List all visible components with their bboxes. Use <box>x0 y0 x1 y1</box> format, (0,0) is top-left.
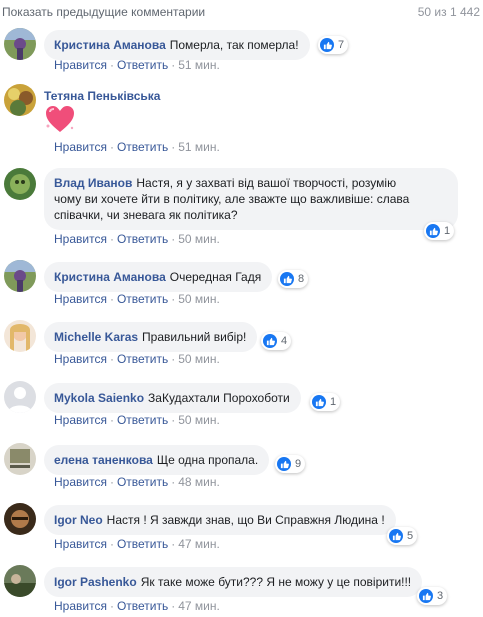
thumbs-up-icon <box>426 224 440 238</box>
comment-actions: Нравится · Ответить · 47 мин. <box>54 599 220 613</box>
reaction-count[interactable]: 1 <box>424 222 455 240</box>
reaction-count[interactable]: 3 <box>417 587 448 605</box>
like-button[interactable]: Нравится <box>54 58 107 72</box>
comment-actions: Нравится · Ответить · 50 мин. <box>54 292 220 306</box>
reaction-count[interactable]: 5 <box>387 527 418 545</box>
avatar[interactable] <box>4 503 36 535</box>
comment-actions: Нравится · Ответить · 50 мин. <box>54 232 220 246</box>
show-previous-comments-link[interactable]: Показать предыдущие комментарии <box>2 5 205 19</box>
heart-sticker <box>44 104 76 134</box>
reply-button[interactable]: Ответить <box>117 537 168 551</box>
reply-button[interactable]: Ответить <box>117 58 168 72</box>
comment-author[interactable]: Тетяна Пеньківська <box>44 89 160 103</box>
like-button[interactable]: Нравится <box>54 537 107 551</box>
comment-actions: Нравится · Ответить · 51 мин. <box>54 58 220 72</box>
comment-bubble: Igor Pashenko Як таке може бути??? Я не м… <box>44 567 423 597</box>
comment-bubble: елена таненкова Ще одна пропала. <box>44 445 270 475</box>
like-button[interactable]: Нравится <box>54 475 107 489</box>
avatar[interactable] <box>4 320 36 352</box>
comment-bubble: Кристина Аманова Померла, так померла! <box>44 30 310 60</box>
comment-time[interactable]: 51 мин. <box>178 58 220 72</box>
comment-actions: Нравится · Ответить · 50 мин. <box>54 352 220 366</box>
like-button[interactable]: Нравится <box>54 232 107 246</box>
comment-author[interactable]: Влад Иванов <box>54 176 132 190</box>
comment-author[interactable]: Igor Pashenko <box>54 575 137 589</box>
avatar[interactable] <box>4 260 36 292</box>
thumbs-up-icon <box>312 395 326 409</box>
comment-actions: Нравится · Ответить · 48 мин. <box>54 475 220 489</box>
thumbs-up-icon <box>419 589 433 603</box>
comment-text-line: чому ви хочете йти в політику, але зважт… <box>54 192 410 206</box>
thumbs-up-icon <box>277 457 291 471</box>
comment-actions: Нравится · Ответить · 51 мин. <box>54 140 220 154</box>
reply-button[interactable]: Ответить <box>117 475 168 489</box>
reply-button[interactable]: Ответить <box>117 599 168 613</box>
comment-author[interactable]: Кристина Аманова <box>54 38 166 52</box>
reply-button[interactable]: Ответить <box>117 232 168 246</box>
avatar[interactable] <box>4 381 36 413</box>
comment-time[interactable]: 50 мин. <box>178 352 220 366</box>
reaction-count[interactable]: 7 <box>318 36 349 54</box>
comment-time[interactable]: 47 мин. <box>178 599 220 613</box>
reply-button[interactable]: Ответить <box>117 352 168 366</box>
comment-text: Як таке може бути??? Я не можу у це пові… <box>140 575 412 589</box>
avatar[interactable] <box>4 28 36 60</box>
reply-button[interactable]: Ответить <box>117 292 168 306</box>
comment-actions: Нравится · Ответить · 47 мин. <box>54 537 220 551</box>
comment-time[interactable]: 51 мин. <box>178 140 220 154</box>
comment-time[interactable]: 50 мин. <box>178 413 220 427</box>
comment-time[interactable]: 48 мин. <box>178 475 220 489</box>
comment-bubble: Mykola Saienko ЗаКудахтали Порохоботи <box>44 383 301 413</box>
reaction-count[interactable]: 4 <box>261 332 292 350</box>
comment-actions: Нравится · Ответить · 50 мин. <box>54 413 220 427</box>
avatar[interactable] <box>4 443 36 475</box>
comment-text: Ще одна пропала. <box>156 453 259 467</box>
comment-bubble: Влад Иванов Настя, я у захваті від вашої … <box>44 168 458 230</box>
comment-text: Настя ! Я завжди знав, що Ви Справжня Лю… <box>106 513 385 527</box>
reply-button[interactable]: Ответить <box>117 413 168 427</box>
thumbs-up-icon <box>280 272 294 286</box>
avatar[interactable] <box>4 84 36 116</box>
like-button[interactable]: Нравится <box>54 352 107 366</box>
reply-button[interactable]: Ответить <box>117 140 168 154</box>
reaction-count[interactable]: 1 <box>310 393 341 411</box>
comment-text-line: співачки, чи зневага як політика? <box>54 208 238 222</box>
comment-text: Настя, я у захваті від вашої творчості, … <box>136 176 397 190</box>
avatar[interactable] <box>4 168 36 200</box>
comment-text: Очередная Гадя <box>169 270 262 284</box>
like-button[interactable]: Нравится <box>54 292 107 306</box>
comment-bubble: Тетяна Пеньківська <box>44 82 164 104</box>
comment-author[interactable]: Mykola Saienko <box>54 391 144 405</box>
comment-text: ЗаКудахтали Порохоботи <box>148 391 290 405</box>
avatar[interactable] <box>4 565 36 597</box>
comment-text: Правильний вибір! <box>142 330 247 344</box>
comment-author[interactable]: Кристина Аманова <box>54 270 166 284</box>
comment-author[interactable]: Igor Neo <box>54 513 103 527</box>
comments-header: Показать предыдущие комментарии 50 из 1 … <box>0 0 483 24</box>
comment-bubble: Michelle Karas Правильний вибір! <box>44 322 258 352</box>
comments-count: 50 из 1 442 <box>417 5 480 19</box>
like-button[interactable]: Нравится <box>54 140 107 154</box>
comment-time[interactable]: 47 мин. <box>178 537 220 551</box>
reaction-count[interactable]: 9 <box>275 455 306 473</box>
reaction-count[interactable]: 8 <box>278 270 309 288</box>
comment-time[interactable]: 50 мин. <box>178 292 220 306</box>
comment-bubble: Igor Neo Настя ! Я завжди знав, що Ви Спр… <box>44 505 396 535</box>
comment-author[interactable]: елена таненкова <box>54 453 153 467</box>
like-button[interactable]: Нравится <box>54 599 107 613</box>
like-button[interactable]: Нравится <box>54 413 107 427</box>
comment-bubble: Кристина Аманова Очередная Гадя <box>44 262 273 292</box>
comment-time[interactable]: 50 мин. <box>178 232 220 246</box>
thumbs-up-icon <box>263 334 277 348</box>
thumbs-up-icon <box>320 38 334 52</box>
comment-text: Померла, так померла! <box>169 38 299 52</box>
comment-author[interactable]: Michelle Karas <box>54 330 138 344</box>
thumbs-up-icon <box>389 529 403 543</box>
